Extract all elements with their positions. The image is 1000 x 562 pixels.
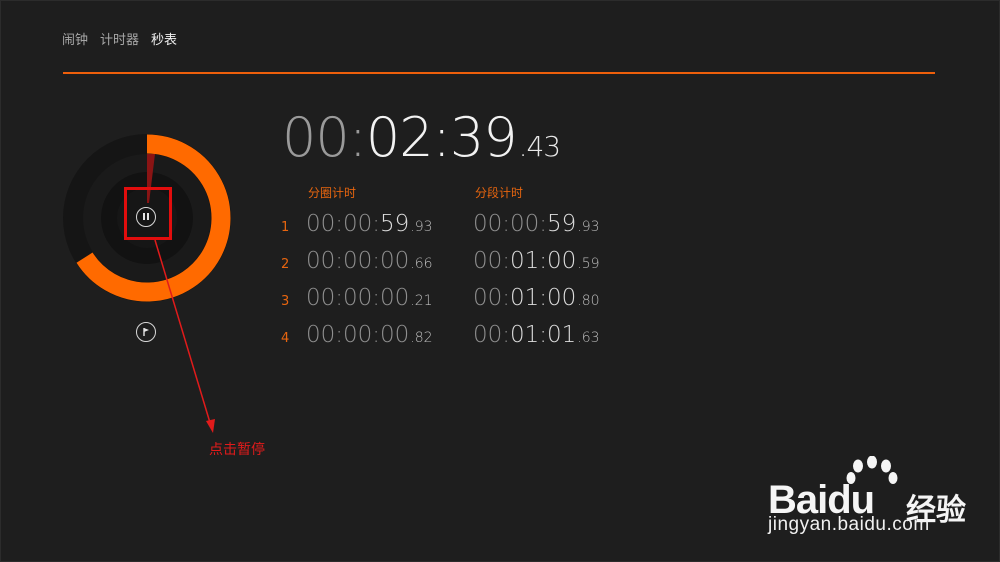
annotation-text: 点击暂停 xyxy=(209,442,265,458)
watermark-url: jingyan.baidu.com xyxy=(768,514,930,535)
baidu-watermark: Baidu 经验 jingyan.baidu.com xyxy=(768,456,978,548)
